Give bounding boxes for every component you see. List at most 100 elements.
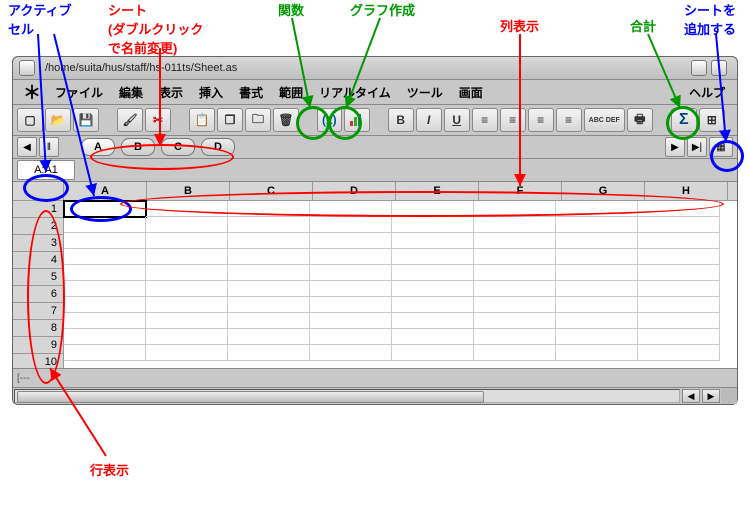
menu-tool[interactable]: ツール (399, 82, 451, 103)
align-left-icon[interactable]: ≡ (472, 108, 498, 132)
row-header[interactable]: 3 (13, 235, 63, 252)
row-header[interactable]: 5 (13, 269, 63, 286)
menu-window[interactable]: 画面 (451, 82, 491, 103)
cell[interactable] (638, 329, 720, 345)
cell[interactable] (474, 217, 556, 233)
print-icon[interactable]: 🖶 (627, 108, 653, 132)
cell[interactable] (310, 217, 392, 233)
cell[interactable] (392, 201, 474, 217)
cell[interactable] (64, 297, 146, 313)
align-right-icon[interactable]: ≡ (528, 108, 554, 132)
cell[interactable] (556, 201, 638, 217)
cell[interactable] (392, 345, 474, 361)
cell[interactable] (228, 265, 310, 281)
sheet-tab-d[interactable]: D (201, 138, 235, 156)
row-header[interactable]: 9 (13, 337, 63, 354)
align-justify-icon[interactable]: ≡ (556, 108, 582, 132)
cell[interactable] (474, 313, 556, 329)
col-header[interactable]: F (479, 182, 562, 200)
new-icon[interactable]: ▢ (17, 108, 43, 132)
row-header[interactable]: 1 (13, 201, 63, 218)
cell[interactable] (228, 201, 310, 217)
window-button[interactable] (19, 60, 35, 76)
col-header[interactable]: D (313, 182, 396, 200)
col-header[interactable]: B (147, 182, 230, 200)
select-all-corner[interactable] (13, 182, 64, 200)
menu-help[interactable]: ヘルプ (681, 82, 733, 103)
cell[interactable] (638, 201, 720, 217)
col-header[interactable]: A (64, 182, 147, 200)
sheet-tab-c[interactable]: C (161, 138, 195, 156)
cell[interactable] (64, 233, 146, 249)
bold-button[interactable]: B (388, 108, 414, 132)
cell[interactable] (638, 345, 720, 361)
open-icon[interactable]: 📂 (45, 108, 71, 132)
cell[interactable] (310, 329, 392, 345)
cell[interactable] (310, 297, 392, 313)
sheet-prev2-icon[interactable]: ‖ (39, 137, 59, 157)
cell[interactable] (146, 249, 228, 265)
scrollbar-track[interactable] (14, 389, 680, 403)
folder-icon[interactable]: 🗀 (245, 108, 271, 132)
grid-icon[interactable]: ⊞ (699, 108, 725, 132)
sheet-last-icon[interactable]: ▶| (687, 137, 707, 157)
cell[interactable] (228, 345, 310, 361)
cell[interactable] (146, 265, 228, 281)
cell[interactable] (638, 265, 720, 281)
cell[interactable] (310, 201, 392, 217)
row-header[interactable]: 6 (13, 286, 63, 303)
cell[interactable] (146, 329, 228, 345)
cell[interactable] (228, 233, 310, 249)
cell[interactable] (310, 281, 392, 297)
cell[interactable] (638, 249, 720, 265)
col-header[interactable]: E (396, 182, 479, 200)
function-button[interactable]: (x) (317, 108, 342, 132)
cell[interactable] (556, 217, 638, 233)
cell[interactable] (146, 233, 228, 249)
row-header[interactable]: 2 (13, 218, 63, 235)
cell[interactable] (228, 217, 310, 233)
cell[interactable] (556, 281, 638, 297)
cell-a1[interactable] (64, 201, 146, 217)
cell[interactable] (228, 329, 310, 345)
menu-view[interactable]: 表示 (151, 82, 191, 103)
copy-icon[interactable]: ❐ (217, 108, 243, 132)
cell[interactable] (474, 265, 556, 281)
underline-button[interactable]: U (444, 108, 470, 132)
chart-button[interactable] (344, 108, 370, 132)
cell[interactable] (556, 297, 638, 313)
window-button-r1[interactable] (691, 60, 707, 76)
cell[interactable] (556, 265, 638, 281)
row-header[interactable]: 4 (13, 252, 63, 269)
cell[interactable] (64, 217, 146, 233)
sum-button[interactable]: Σ (671, 108, 697, 132)
cell[interactable] (64, 313, 146, 329)
scrollbar-thumb[interactable] (17, 391, 484, 403)
cell[interactable] (146, 313, 228, 329)
menu-file[interactable]: ファイル (47, 82, 111, 103)
cell-reference-input[interactable]: A:A1 (17, 160, 75, 180)
cell[interactable] (64, 265, 146, 281)
scroll-right-icon[interactable]: ▶ (702, 389, 720, 403)
menu-format[interactable]: 書式 (231, 82, 271, 103)
cell[interactable] (310, 233, 392, 249)
cell[interactable] (146, 345, 228, 361)
cell[interactable] (638, 297, 720, 313)
col-header[interactable]: H (645, 182, 728, 200)
save-icon[interactable]: 💾 (73, 108, 99, 132)
cell[interactable] (556, 233, 638, 249)
cells-area[interactable] (64, 201, 737, 368)
titlebar[interactable]: /home/suita/hus/staff/hs-011ts/Sheet.as (13, 57, 737, 80)
row-header[interactable]: 10 (13, 354, 63, 368)
brush-icon[interactable]: 🖌 (117, 108, 143, 132)
paste-icon[interactable]: 📋 (189, 108, 215, 132)
menu-realtime[interactable]: リアルタイム (311, 82, 399, 103)
cell[interactable] (228, 313, 310, 329)
sheet-next-icon[interactable]: ▶ (665, 137, 685, 157)
cell[interactable] (392, 217, 474, 233)
cell[interactable] (474, 201, 556, 217)
add-sheet-button[interactable]: ▦ (709, 137, 733, 157)
menu-edit[interactable]: 編集 (111, 82, 151, 103)
window-button-r2[interactable] (711, 60, 727, 76)
cell[interactable] (64, 281, 146, 297)
